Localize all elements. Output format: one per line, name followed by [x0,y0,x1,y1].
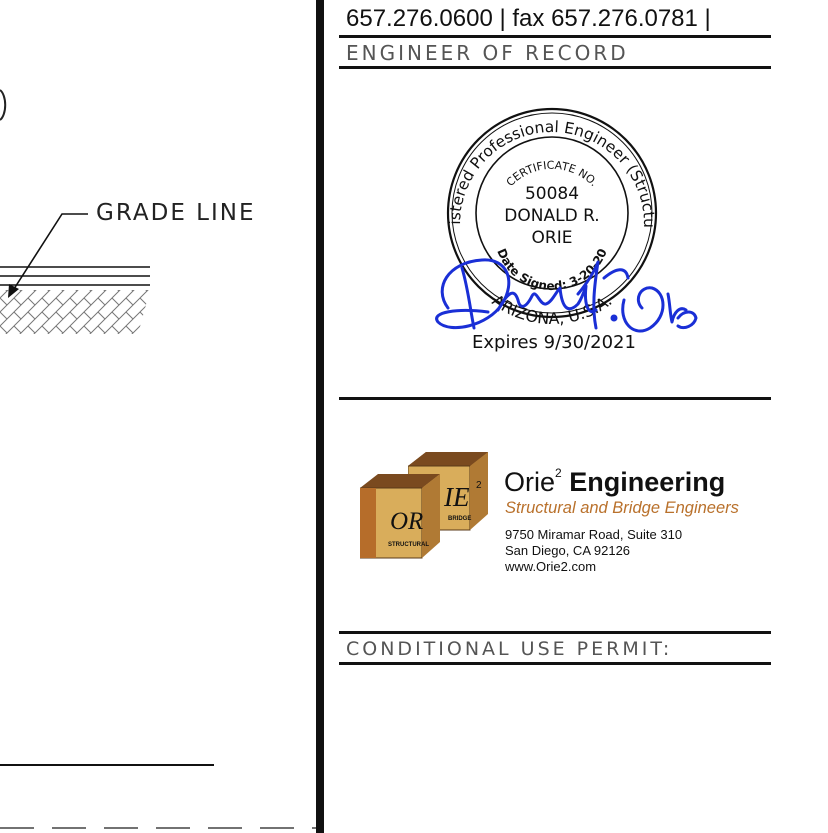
rule-seal-bottom [339,397,771,400]
partial-circle-mark [0,89,7,121]
address-line1: 9750 Miramar Road, Suite 310 [505,527,683,542]
engineer-signature [435,258,698,333]
company-name-sup: 2 [555,466,562,480]
logo-ie-text: IE [444,482,470,512]
address-line2: San Diego, CA 92126 [505,543,631,558]
seal-name-line1: DONALD R. [504,206,599,226]
logo-or-text: OR [390,508,424,535]
conditional-use-permit-label: CONDITIONAL USE PERMIT: [346,638,673,660]
earth-hatch [0,290,150,334]
seal-name-line2: ORIE [532,228,573,248]
grade-leader-line [11,213,88,293]
logo-ie-sup: 2 [476,480,482,491]
company-name: Orie2 Engineering [504,466,725,498]
rule-eor [339,66,771,69]
rule-top [339,35,771,38]
contact-line: 657.276.0600 | fax 657.276.0781 | [346,5,711,32]
company-name-prefix: Orie [504,467,556,497]
company-name-suffix: Engineering [569,467,726,497]
rule-cup-bottom [339,662,771,665]
logo-structural-sub: STRUCTURAL [388,542,429,548]
company-address: 9750 Miramar Road, Suite 310 San Diego, … [505,527,682,575]
company-website[interactable]: www.Orie2.com [505,559,682,575]
seal-expires: Expires 9/30/2021 [472,332,636,353]
rule-cup-top [339,631,771,634]
title-block: 657.276.0600 | fax 657.276.0781 | ENGINE… [324,0,828,833]
company-logo: IE 2 BRIDGE OR STRUCTURAL [360,452,490,562]
engineer-of-record-label: ENGINEER OF RECORD [346,41,629,65]
logo-bridge-sub: BRIDGE [448,516,472,522]
grade-line-graphic [0,213,150,334]
company-tagline: Structural and Bridge Engineers [505,499,739,517]
drawing-bottom-line [0,764,214,766]
drawing-dashed-line [0,827,316,829]
seal-number: 50084 [525,184,579,204]
drawing-area: GRADE LINE [0,0,316,833]
sheet-divider [316,0,324,833]
